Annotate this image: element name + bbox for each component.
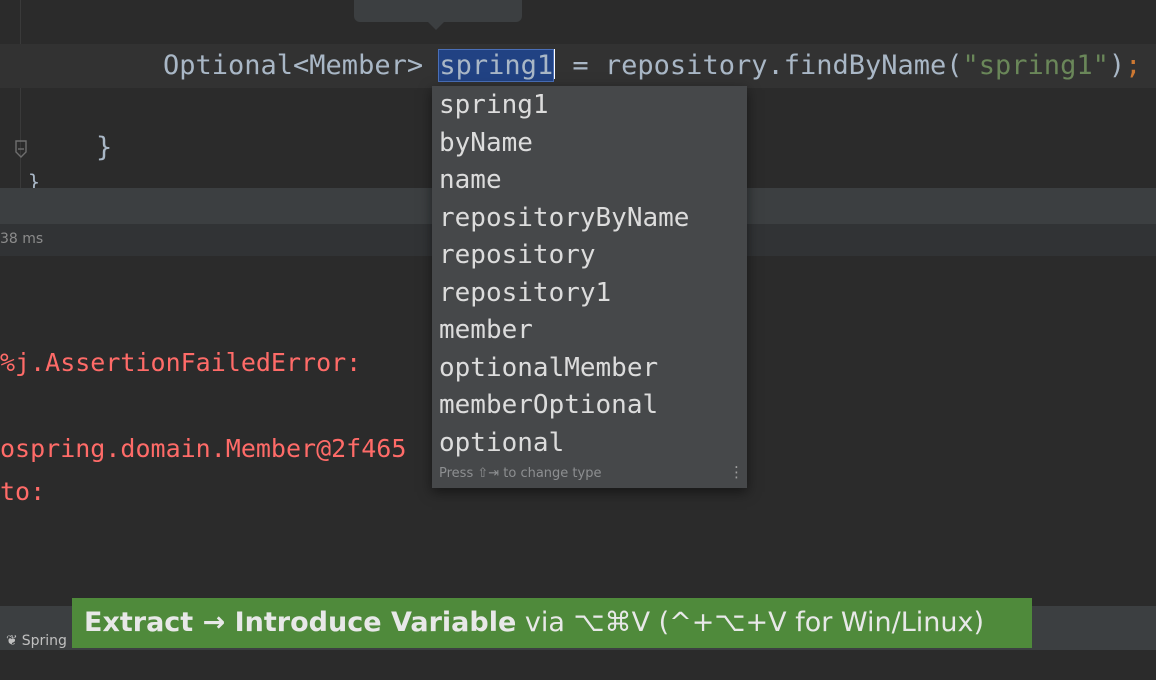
tooltip — [354, 0, 522, 22]
gutter — [20, 0, 21, 188]
semicolon: ; — [1125, 50, 1142, 81]
text-caret — [553, 49, 556, 79]
popup-hint: Press ⇧⇥ to change type — [439, 466, 602, 481]
suggestion-item[interactable]: member — [439, 313, 533, 347]
suggestion-item[interactable]: optional — [439, 426, 564, 460]
suggestion-item[interactable]: repository1 — [439, 276, 611, 310]
variable-name-input[interactable]: spring1 — [438, 49, 555, 82]
suggestion-item[interactable]: repository — [439, 238, 596, 272]
shortcut-banner: Extract → Introduce Variable via ⌥⌘V (^+… — [72, 598, 1032, 648]
completion-popup[interactable]: spring1 byName name repositoryByName rep… — [432, 86, 747, 488]
spring-leaf-icon: ❦ — [6, 633, 18, 649]
suggestion-item[interactable]: byName — [439, 126, 533, 160]
string-literal: "spring1" — [962, 50, 1109, 81]
banner-action: Extract → Introduce Variable — [84, 607, 517, 638]
suggestion-item[interactable]: name — [439, 163, 502, 197]
suggestion-item[interactable]: repositoryByName — [439, 201, 689, 235]
code-line[interactable]: Optional<Member> spring1 = repository.fi… — [163, 48, 1141, 84]
code-type: Optional<Member> — [163, 50, 440, 81]
test-duration: 38 ms — [0, 231, 44, 247]
console-line: %j.AssertionFailedError: — [0, 348, 362, 377]
more-options-icon[interactable]: ⋮ — [729, 463, 744, 481]
banner-shortcut: via ⌥⌘V (^+⌥+V for Win/Linux) — [516, 607, 984, 638]
suggestion-item[interactable]: memberOptional — [439, 388, 658, 422]
tool-tab-spring[interactable]: ❦ Spring — [6, 633, 67, 649]
console-line: to: — [0, 477, 46, 506]
closing-brace: } — [96, 132, 113, 163]
code-close-paren: ) — [1108, 50, 1126, 81]
suggestion-item[interactable]: optionalMember — [439, 351, 658, 385]
status-bar — [0, 650, 1156, 680]
fold-icon[interactable] — [13, 140, 29, 158]
code-assignment: = repository.findByName( — [556, 50, 963, 81]
tooltip-arrow — [428, 22, 444, 30]
tool-tab-label: Spring — [21, 633, 67, 649]
suggestion-item[interactable]: spring1 — [439, 88, 549, 122]
console-line: ospring.domain.Member@2f465 — [0, 434, 407, 463]
